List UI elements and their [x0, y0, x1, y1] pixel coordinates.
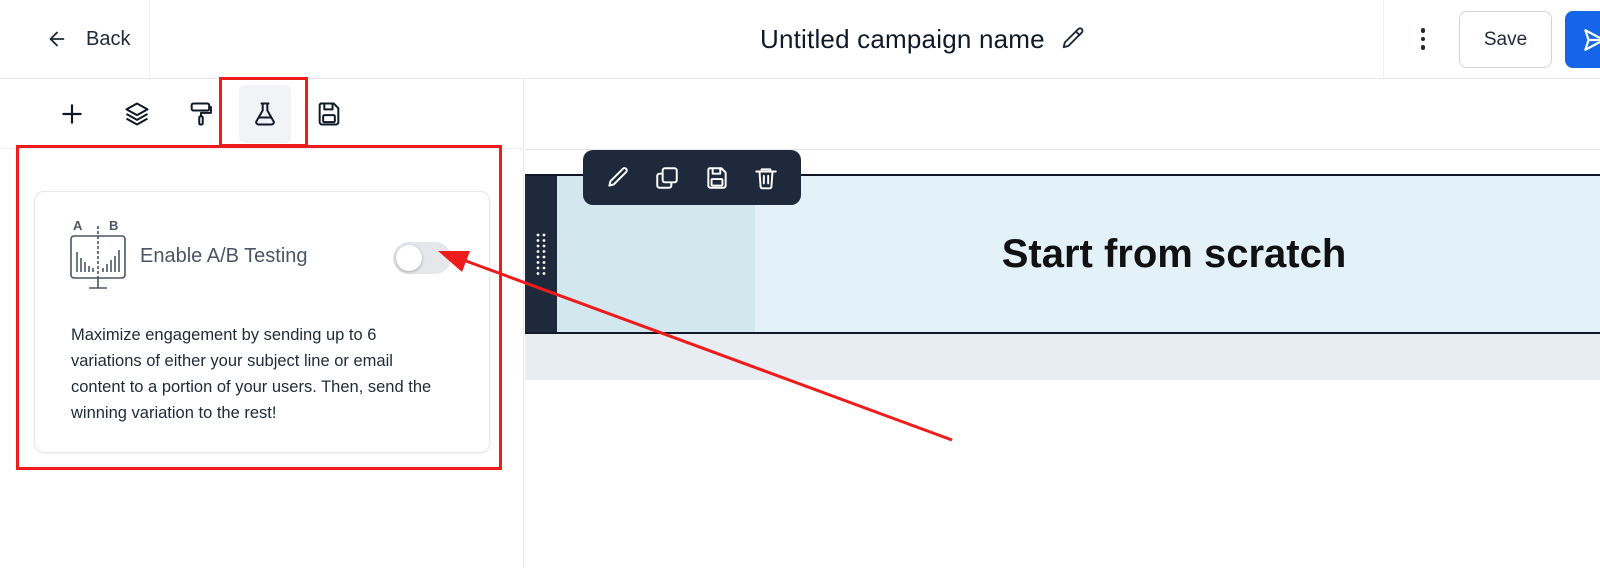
layers-button[interactable] — [111, 85, 163, 143]
campaign-title-area: Untitled campaign name — [760, 0, 1087, 78]
sidebar-toolbar — [0, 79, 524, 149]
canvas-topbar — [525, 79, 1600, 150]
pencil-icon — [605, 165, 631, 191]
floppy-disk-icon — [315, 100, 343, 128]
ab-testing-label: Enable A/B Testing — [140, 245, 308, 267]
styles-button[interactable] — [175, 85, 227, 143]
save-button[interactable]: Save — [1459, 11, 1552, 68]
canvas-below-block — [525, 334, 1600, 380]
more-options-icon[interactable] — [1410, 26, 1436, 52]
back-label: Back — [86, 27, 131, 50]
ab-testing-description: Maximize engagement by sending up to 6 v… — [71, 326, 432, 422]
ab-testing-toggle[interactable] — [393, 242, 451, 274]
drag-handle[interactable] — [525, 176, 557, 332]
toggle-knob — [396, 245, 422, 271]
ab-testing-button[interactable] — [239, 85, 291, 143]
drag-dots-icon — [535, 232, 547, 276]
send-button[interactable] — [1565, 11, 1600, 68]
add-block-button[interactable] — [46, 85, 98, 143]
campaign-editor: Back Untitled campaign name Save A B Ena… — [0, 0, 1600, 568]
plus-icon — [59, 101, 85, 127]
block-floating-toolbar — [583, 150, 801, 205]
ab-testing-card: A B Enable A/B Testing Maximize engageme… — [34, 191, 490, 453]
send-icon — [1581, 27, 1600, 53]
floppy-disk-icon — [704, 165, 730, 191]
ab-chart-icon: A B — [69, 218, 127, 292]
campaign-title: Untitled campaign name — [760, 23, 1045, 54]
edit-title-pencil-icon[interactable] — [1059, 25, 1087, 53]
top-header: Back Untitled campaign name Save — [0, 0, 1600, 79]
trash-icon — [753, 165, 779, 191]
saved-blocks-button[interactable] — [303, 85, 355, 143]
edit-block-button[interactable] — [601, 161, 635, 195]
arrow-left-icon — [46, 28, 68, 50]
svg-text:A: A — [73, 218, 83, 233]
block-title[interactable]: Start from scratch — [755, 176, 1593, 332]
flask-icon — [251, 100, 279, 128]
duplicate-block-button[interactable] — [650, 161, 684, 195]
save-block-button[interactable] — [700, 161, 734, 195]
layers-icon — [123, 100, 151, 128]
delete-block-button[interactable] — [749, 161, 783, 195]
back-button[interactable]: Back — [0, 0, 150, 78]
svg-text:B: B — [109, 218, 118, 233]
paint-roller-icon — [187, 100, 215, 128]
left-sidebar: A B Enable A/B Testing Maximize engageme… — [0, 79, 524, 568]
duplicate-icon — [654, 165, 680, 191]
